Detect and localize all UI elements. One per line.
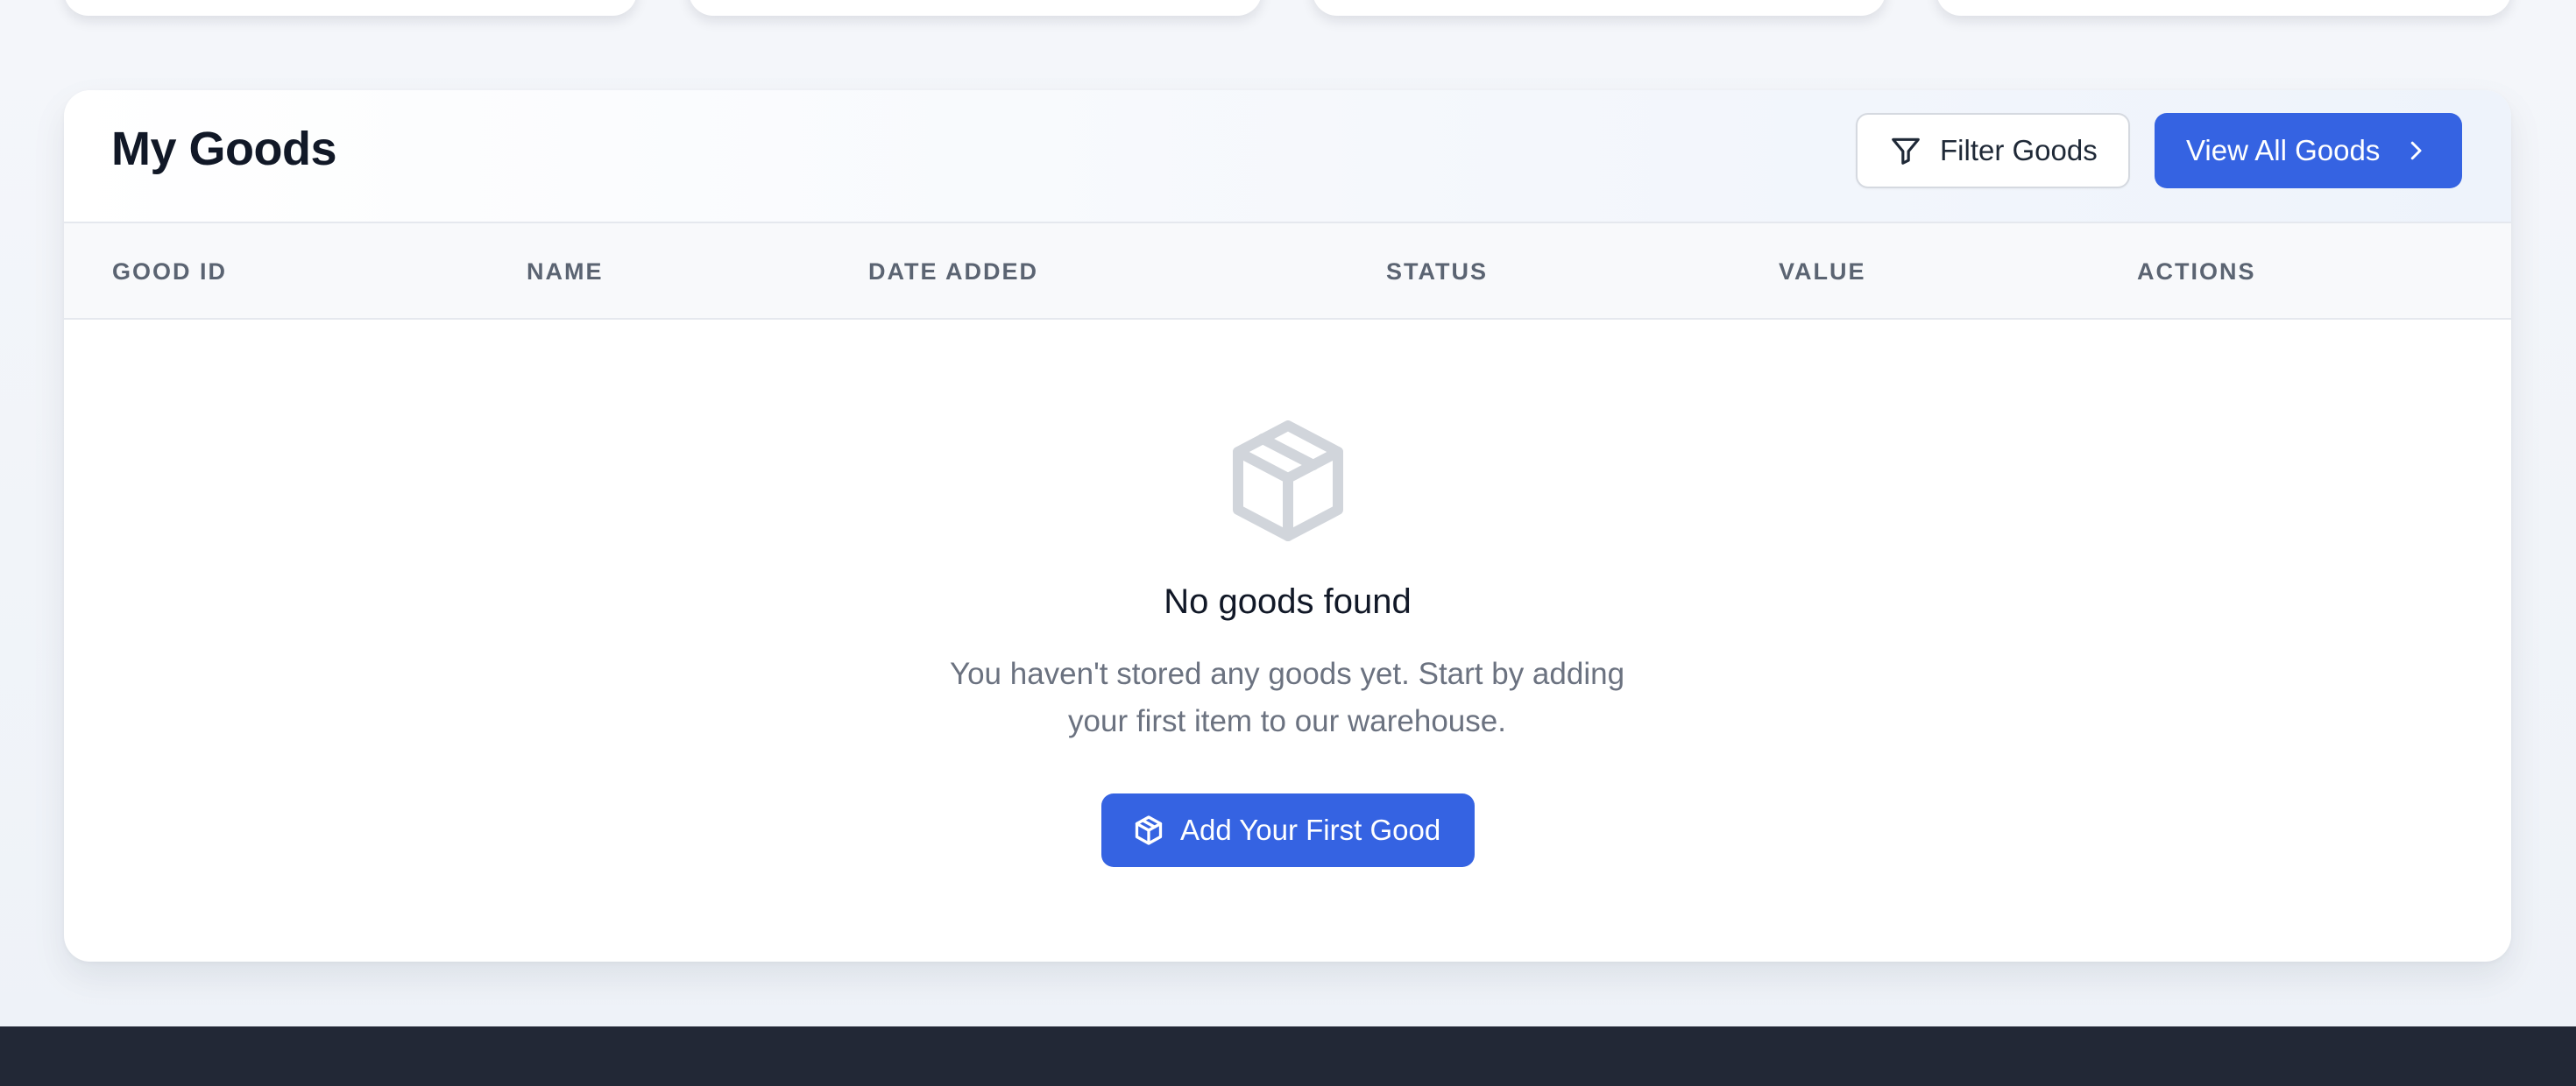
page-footer <box>0 1026 2576 1086</box>
my-goods-panel: My Goods Filter Goods View All Goods GOO… <box>64 90 2511 962</box>
column-header-status: STATUS <box>1386 258 1488 285</box>
stat-card <box>689 0 1262 16</box>
column-header-name: NAME <box>527 258 604 285</box>
filter-icon <box>1889 134 1922 167</box>
empty-state-description-line: your first item to our warehouse. <box>1068 704 1506 738</box>
empty-state-title: No goods found <box>1164 582 1412 621</box>
column-header-date-added: DATE ADDED <box>868 258 1038 285</box>
table-header: GOOD ID NAME DATE ADDED STATUS VALUE ACT… <box>64 223 2511 320</box>
panel-header: My Goods Filter Goods View All Goods <box>64 90 2511 223</box>
empty-state-description-line: You haven't stored any goods yet. Start … <box>949 657 1625 691</box>
stat-card <box>1936 0 2511 16</box>
package-icon <box>1229 419 1347 547</box>
package-icon <box>1133 814 1164 847</box>
stat-card <box>64 0 637 16</box>
stat-card <box>1313 0 1886 16</box>
column-header-actions: ACTIONS <box>2137 258 2256 285</box>
add-first-good-label: Add Your First Good <box>1180 814 1441 846</box>
view-all-goods-label: View All Goods <box>2186 134 2381 166</box>
column-header-value: VALUE <box>1779 258 1866 285</box>
filter-goods-button[interactable]: Filter Goods <box>1856 113 2130 188</box>
column-header-good-id: GOOD ID <box>112 258 228 285</box>
chevron-right-icon <box>2403 138 2429 164</box>
filter-goods-label: Filter Goods <box>1940 134 2098 166</box>
view-all-goods-button[interactable]: View All Goods <box>2155 113 2462 188</box>
empty-state-description: You haven't stored any goods yet. Start … <box>893 651 1681 745</box>
add-first-good-button[interactable]: Add Your First Good <box>1101 793 1475 867</box>
page-title: My Goods <box>111 123 337 175</box>
